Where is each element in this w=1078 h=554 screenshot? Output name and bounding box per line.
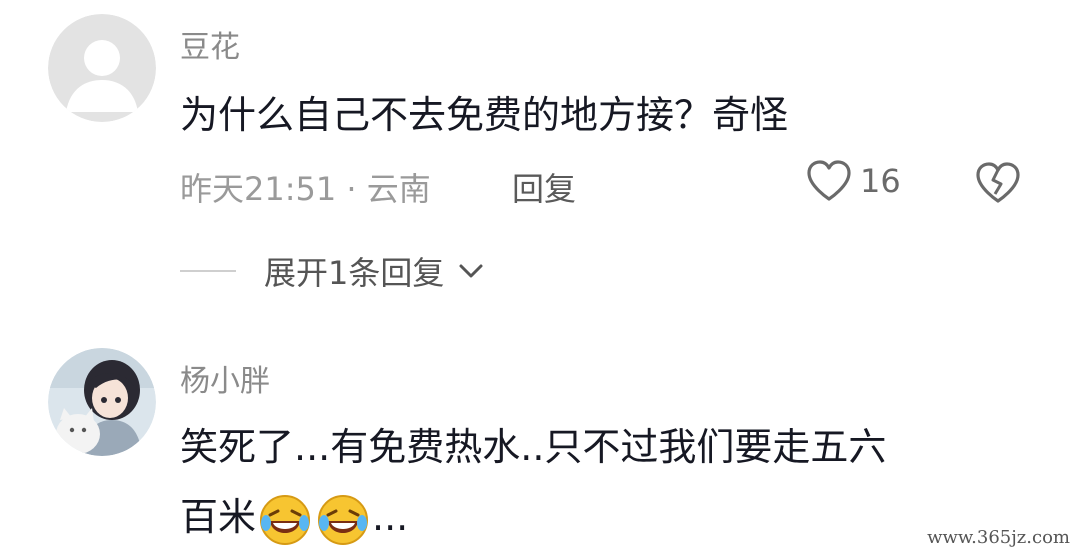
username[interactable]: 杨小胖 <box>180 356 270 400</box>
like-count: 16 <box>860 162 901 200</box>
broken-heart-icon <box>976 162 1020 203</box>
anime-girl-avatar-icon <box>48 348 156 456</box>
avatar[interactable] <box>48 14 156 122</box>
avatar[interactable] <box>48 348 156 456</box>
comment-text-line-1: 笑死了...有免费热水..只不过我们要走五六 <box>180 425 887 469</box>
username[interactable]: 豆花 <box>180 22 240 66</box>
laughing-crying-emoji-icon <box>260 494 311 545</box>
comment-text-line-2: 百米 ... <box>180 486 408 548</box>
chevron-down-icon <box>459 264 483 278</box>
comment-text-suffix: ... <box>372 495 409 539</box>
comment-1: 豆花 为什么自己不去免费的地方接？奇怪 昨天21:51 · 云南 回复 16 展… <box>0 0 1078 320</box>
expand-replies-button[interactable]: 展开1条回复 <box>180 248 484 294</box>
default-avatar-icon <box>48 14 156 122</box>
reply-button[interactable]: 回复 <box>512 164 576 210</box>
like-button[interactable]: 16 <box>806 160 901 202</box>
divider-line <box>180 270 236 272</box>
comment-text-line-2-text: 百米 <box>180 495 257 539</box>
heart-icon <box>807 160 851 201</box>
dislike-button[interactable] <box>975 162 1021 208</box>
comment-2: 杨小胖 笑死了...有免费热水..只不过我们要走五六 百米 ... <box>0 330 1078 554</box>
watermark: www.365jz.com <box>927 527 1070 548</box>
comment-text: 为什么自己不去免费的地方接？奇怪 <box>180 93 789 137</box>
timestamp-location: 昨天21:51 · 云南 <box>180 170 431 208</box>
laughing-crying-emoji-icon <box>318 494 369 545</box>
expand-replies-label: 展开1条回复 <box>264 254 445 292</box>
